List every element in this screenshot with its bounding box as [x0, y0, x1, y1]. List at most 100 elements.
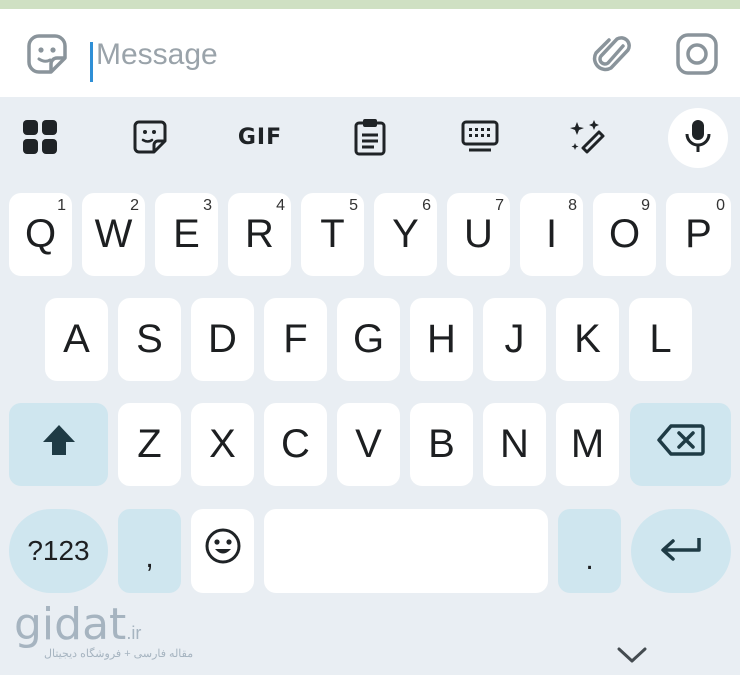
- key-h[interactable]: H: [410, 298, 473, 381]
- key-letter: B: [428, 422, 455, 466]
- key-p[interactable]: P0: [666, 193, 731, 276]
- key-v[interactable]: V: [337, 403, 400, 486]
- key-s[interactable]: S: [118, 298, 181, 381]
- key-letter: N: [500, 422, 529, 466]
- keyboard-toolbar: GIF: [0, 97, 740, 185]
- symbols-key-label: ?123: [27, 535, 90, 566]
- magic-wand-icon[interactable]: [556, 109, 620, 165]
- key-letter: K: [574, 317, 601, 361]
- shift-key[interactable]: [9, 403, 108, 486]
- key-number-hint: 0: [716, 197, 725, 214]
- key-number-hint: 9: [641, 197, 650, 214]
- key-letter: I: [545, 212, 558, 256]
- key-u[interactable]: U7: [447, 193, 510, 276]
- camera-icon[interactable]: [674, 31, 720, 77]
- key-number-hint: 4: [276, 197, 285, 214]
- key-l[interactable]: L: [629, 298, 692, 381]
- key-letter: J: [504, 317, 525, 361]
- key-b[interactable]: B: [410, 403, 473, 486]
- chat-background-strip: [0, 0, 740, 9]
- comma-key-label: ,: [145, 541, 154, 574]
- key-d[interactable]: D: [191, 298, 254, 381]
- backspace-icon: [656, 422, 705, 467]
- key-letter: D: [208, 317, 237, 361]
- key-number-hint: 7: [495, 197, 504, 214]
- key-x[interactable]: X: [191, 403, 254, 486]
- key-number-hint: 2: [130, 197, 139, 214]
- key-number-hint: 5: [349, 197, 358, 214]
- hide-keyboard-button[interactable]: [612, 642, 652, 672]
- watermark-brand: gidat: [14, 599, 127, 650]
- chevron-down-icon: [616, 646, 648, 669]
- key-g[interactable]: G: [337, 298, 400, 381]
- key-w[interactable]: W2: [82, 193, 145, 276]
- key-e[interactable]: E3: [155, 193, 218, 276]
- key-t[interactable]: T5: [301, 193, 364, 276]
- backspace-key[interactable]: [630, 403, 731, 486]
- key-letter: U: [464, 212, 493, 256]
- period-key-label: .: [585, 543, 594, 576]
- attach-paperclip-icon[interactable]: [588, 31, 634, 77]
- key-number-hint: 8: [568, 197, 577, 214]
- key-letter: V: [355, 422, 382, 466]
- watermark-tld: .ir: [126, 623, 142, 643]
- watermark-logo: gidat.ir مقاله فارسی + فروشگاه دیجیتال: [14, 603, 193, 661]
- sticker-icon[interactable]: [118, 109, 182, 165]
- key-letter: C: [281, 422, 310, 466]
- emoji-smiley-icon: [204, 527, 242, 575]
- key-letter: F: [283, 317, 308, 361]
- key-letter: L: [649, 317, 672, 361]
- key-k[interactable]: K: [556, 298, 619, 381]
- key-letter: T: [320, 212, 345, 256]
- key-number-hint: 3: [203, 197, 212, 214]
- shift-arrow-icon: [41, 422, 77, 467]
- message-bar: [0, 9, 740, 97]
- key-letter: H: [427, 317, 456, 361]
- text-cursor: [90, 42, 93, 82]
- key-z[interactable]: Z: [118, 403, 181, 486]
- microphone-icon: [684, 118, 712, 159]
- sticker-emoji-icon[interactable]: [24, 31, 70, 77]
- apps-grid-icon[interactable]: [8, 109, 72, 165]
- emoji-key[interactable]: [191, 509, 254, 593]
- clipboard-icon[interactable]: [338, 109, 402, 165]
- symbols-key[interactable]: ?123: [9, 509, 108, 593]
- key-letter: S: [136, 317, 163, 361]
- message-input[interactable]: [96, 35, 556, 75]
- key-q[interactable]: Q1: [9, 193, 72, 276]
- enter-arrow-icon: [659, 529, 703, 574]
- enter-key[interactable]: [631, 509, 731, 593]
- key-letter: X: [209, 422, 236, 466]
- key-letter: O: [608, 212, 641, 256]
- watermark-tagline: مقاله فارسی + فروشگاه دیجیتال: [44, 648, 194, 660]
- period-key[interactable]: .: [558, 509, 621, 593]
- key-c[interactable]: C: [264, 403, 327, 486]
- key-letter: G: [352, 317, 385, 361]
- key-number-hint: 1: [57, 197, 66, 214]
- voice-input-button[interactable]: [668, 108, 728, 168]
- key-j[interactable]: J: [483, 298, 546, 381]
- keyboard-layout-icon[interactable]: [448, 109, 512, 165]
- key-letter: E: [173, 212, 200, 256]
- key-i[interactable]: I8: [520, 193, 583, 276]
- gif-button[interactable]: GIF: [228, 109, 292, 165]
- key-number-hint: 6: [422, 197, 431, 214]
- key-a[interactable]: A: [45, 298, 108, 381]
- key-letter: W: [94, 212, 133, 256]
- key-letter: M: [570, 422, 605, 466]
- key-o[interactable]: O9: [593, 193, 656, 276]
- key-letter: Y: [392, 212, 419, 256]
- key-letter: A: [63, 317, 90, 361]
- key-f[interactable]: F: [264, 298, 327, 381]
- key-letter: Z: [137, 422, 162, 466]
- gif-label: GIF: [237, 124, 283, 150]
- key-n[interactable]: N: [483, 403, 546, 486]
- key-r[interactable]: R4: [228, 193, 291, 276]
- key-letter: R: [245, 212, 274, 256]
- key-letter: P: [685, 212, 712, 256]
- comma-key[interactable]: ,: [118, 509, 181, 593]
- key-m[interactable]: M: [556, 403, 619, 486]
- key-letter: Q: [24, 212, 57, 256]
- space-bar[interactable]: [264, 509, 548, 593]
- key-y[interactable]: Y6: [374, 193, 437, 276]
